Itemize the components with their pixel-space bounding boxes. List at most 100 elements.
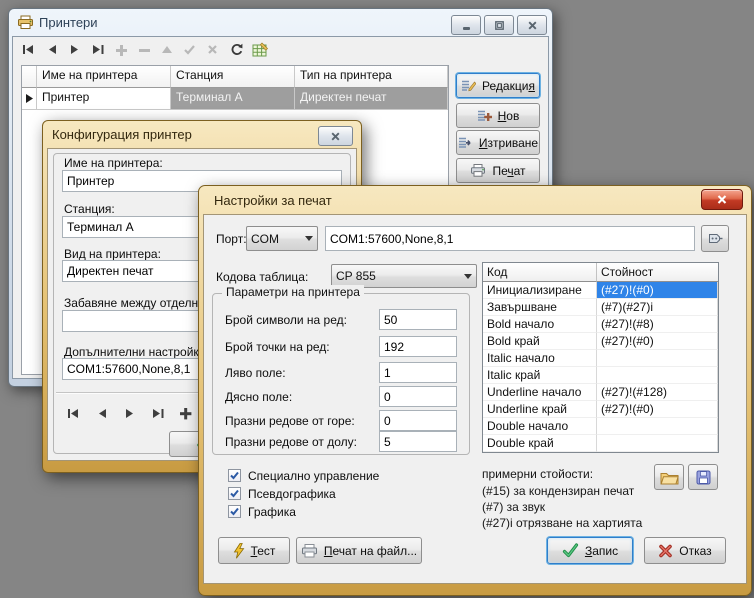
value-column-header[interactable]: Стойност	[597, 263, 718, 282]
prior-record-icon[interactable]	[44, 43, 59, 56]
print-button-label: Печат	[492, 164, 525, 178]
blank-lines-top-input[interactable]	[379, 410, 457, 431]
settings-titlebar[interactable]: Настройки за печат	[203, 186, 747, 214]
code-cell[interactable]: Italic начало	[483, 350, 597, 367]
port-combo[interactable]: COM	[246, 226, 318, 251]
codepage-label: Кодова таблица:	[216, 270, 308, 284]
print-to-file-button[interactable]: Печат на файл...	[296, 537, 422, 564]
first-record-icon[interactable]	[66, 407, 81, 420]
first-record-icon[interactable]	[21, 43, 36, 56]
insert-record-icon[interactable]	[178, 407, 193, 420]
code-cell[interactable]: Double край	[483, 435, 597, 452]
grid-header-type[interactable]: Тип на принтера	[295, 66, 448, 88]
grid-corner-cell	[22, 66, 37, 88]
next-record-icon[interactable]	[67, 43, 82, 56]
code-cell[interactable]: Bold начало	[483, 316, 597, 333]
new-button-label: Нов	[498, 109, 520, 123]
value-cell[interactable]	[597, 367, 718, 384]
printer-type-label: Вид на принтера:	[64, 247, 161, 261]
minimize-button[interactable]	[451, 15, 481, 35]
edit-record-icon[interactable]	[159, 43, 174, 56]
value-cell[interactable]	[597, 350, 718, 367]
code-cell[interactable]: Bold край	[483, 333, 597, 350]
chars-per-line-label: Брой символи на ред:	[225, 313, 347, 327]
printer-name-label: Име на принтера:	[64, 156, 163, 170]
save-button[interactable]: Запис	[547, 537, 633, 564]
table-row[interactable]: Italic начало	[483, 350, 718, 367]
table-row[interactable]: Double начало	[483, 418, 718, 435]
delete-button-label: Изтриване	[479, 136, 538, 150]
port-setup-button[interactable]	[701, 225, 729, 252]
group-title: Параметри на принтера	[222, 285, 364, 299]
printers-titlebar[interactable]: Принтери	[12, 9, 549, 36]
refresh-icon[interactable]	[228, 43, 243, 56]
codes-table-header: Код Стойност	[483, 263, 718, 282]
test-button[interactable]: Тест	[218, 537, 290, 564]
printer-app-icon	[17, 15, 34, 30]
new-button[interactable]: Нов	[456, 103, 540, 128]
post-edit-icon[interactable]	[182, 43, 197, 56]
cancel-button[interactable]: Отказ	[644, 537, 726, 564]
code-cell[interactable]: Завършване	[483, 299, 597, 316]
edit-button[interactable]: Редакция	[456, 73, 540, 98]
code-cell[interactable]: Underline край	[483, 401, 597, 418]
table-row[interactable]: Double край	[483, 435, 718, 452]
chars-per-line-input[interactable]	[379, 309, 457, 330]
last-record-icon[interactable]	[90, 43, 105, 56]
hint-line: (#15) за кондензиран печат	[482, 484, 634, 498]
close-button[interactable]	[701, 189, 743, 210]
grid-cell-station[interactable]: Терминал А	[171, 88, 295, 110]
grid-header-station[interactable]: Станция	[171, 66, 295, 88]
extra-settings-label: Допълнителни настройк	[64, 345, 199, 359]
value-cell[interactable]: (#27)!(#0)	[597, 333, 718, 350]
table-row[interactable]: Завършване(#7)(#27)i	[483, 299, 718, 316]
right-margin-input[interactable]	[379, 386, 457, 407]
table-row[interactable]: Italic край	[483, 367, 718, 384]
print-button[interactable]: Печат	[456, 158, 540, 183]
special-control-checkbox[interactable]	[228, 469, 241, 482]
grid-header-name[interactable]: Име на принтера	[37, 66, 171, 88]
close-button[interactable]	[318, 126, 353, 146]
close-button[interactable]	[517, 15, 547, 35]
load-from-file-button[interactable]	[654, 464, 684, 490]
value-cell[interactable]: (#27)!(#128)	[597, 384, 718, 401]
grid-cell-name[interactable]: Принтер	[37, 88, 171, 110]
grid-row[interactable]: Принтер Терминал А Директен печат	[22, 88, 448, 110]
dots-per-line-input[interactable]	[379, 336, 457, 357]
table-row[interactable]: Underline начало(#27)!(#128)	[483, 384, 718, 401]
connection-string-input[interactable]	[325, 226, 695, 251]
grid-header-row: Име на принтера Станция Тип на принтера	[22, 66, 448, 88]
cancel-edit-icon[interactable]	[205, 43, 220, 56]
pseudographics-checkbox[interactable]	[228, 487, 241, 500]
save-to-file-button[interactable]	[688, 464, 718, 490]
value-cell[interactable]: (#27)!(#0)	[597, 282, 718, 299]
code-cell[interactable]: Double начало	[483, 418, 597, 435]
grid-cell-type[interactable]: Директен печат	[295, 88, 448, 110]
left-margin-input[interactable]	[379, 362, 457, 383]
insert-record-icon[interactable]	[113, 43, 128, 56]
next-record-icon[interactable]	[122, 407, 137, 420]
blank-lines-bottom-input[interactable]	[379, 431, 457, 452]
code-cell[interactable]: Italic край	[483, 367, 597, 384]
value-cell[interactable]	[597, 435, 718, 452]
delete-record-icon[interactable]	[136, 43, 151, 56]
grid-export-icon[interactable]	[251, 43, 269, 56]
table-row[interactable]: Bold край(#27)!(#0)	[483, 333, 718, 350]
value-cell[interactable]: (#27)!(#0)	[597, 401, 718, 418]
prior-record-icon[interactable]	[94, 407, 109, 420]
code-cell[interactable]: Underline начало	[483, 384, 597, 401]
print-settings-window: Настройки за печат Порт: COM Кодова табл…	[198, 185, 752, 596]
table-row[interactable]: Инициализиране(#27)!(#0)	[483, 282, 718, 299]
value-cell[interactable]	[597, 418, 718, 435]
table-row[interactable]: Underline край(#27)!(#0)	[483, 401, 718, 418]
value-cell[interactable]: (#7)(#27)i	[597, 299, 718, 316]
code-cell[interactable]: Инициализиране	[483, 282, 597, 299]
maximize-button[interactable]	[484, 15, 514, 35]
code-column-header[interactable]: Код	[483, 263, 597, 282]
last-record-icon[interactable]	[150, 407, 165, 420]
delete-button[interactable]: Изтриване	[456, 130, 540, 155]
config-titlebar[interactable]: Конфигурация принтер	[47, 121, 357, 148]
graphics-checkbox[interactable]	[228, 505, 241, 518]
table-row[interactable]: Bold начало(#27)!(#8)	[483, 316, 718, 333]
value-cell[interactable]: (#27)!(#8)	[597, 316, 718, 333]
